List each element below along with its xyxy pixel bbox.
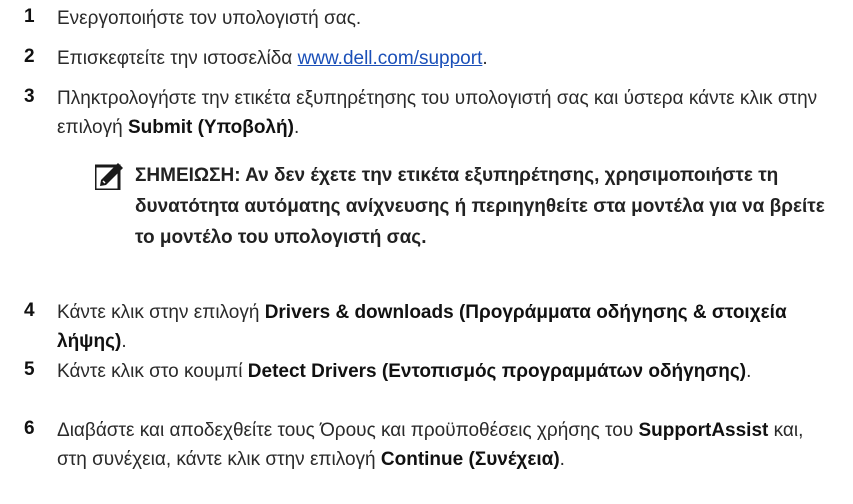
- step-text: Κάντε κλικ στην επιλογή Drivers & downlo…: [57, 298, 837, 356]
- ui-term-submit: Submit (Υποβολή): [127, 117, 294, 138]
- step-text: Διαβάστε και αποδεχθείτε τους Όρους και …: [57, 416, 837, 474]
- note-text: ΣΗΜΕΙΩΣΗ: Αν δεν έχετε την ετικέτα εξυπη…: [135, 165, 825, 248]
- step-number: 6: [24, 418, 35, 439]
- step-number: 2: [24, 46, 35, 67]
- step-text-tail: .: [121, 331, 127, 352]
- ui-term-supportassist: SupportAssist: [638, 420, 769, 441]
- step-text-content: Κάντε κλικ στην επιλογή: [57, 302, 265, 323]
- step-text: Ενεργοποιήστε τον υπολογιστή σας.: [57, 4, 837, 33]
- dell-support-link[interactable]: www.dell.com/support: [298, 48, 483, 69]
- step-text-content: Επισκεφτείτε την ιστοσελίδα: [57, 48, 298, 69]
- ui-term-detect-drivers: Detect Drivers (Εντοπισμός προγραμμάτων …: [247, 361, 747, 382]
- step-text-tail: .: [746, 361, 752, 382]
- step-text-content: Κάντε κλικ στο κουμπί: [57, 361, 248, 382]
- step-text-tail: .: [559, 449, 565, 470]
- ui-term-continue: Continue (Συνέχεια): [380, 449, 560, 470]
- step-number: 1: [24, 6, 35, 27]
- step-number: 5: [24, 359, 35, 380]
- step-text: Πληκτρολογήστε την ετικέτα εξυπηρέτησης …: [57, 84, 837, 142]
- step-text: Κάντε κλικ στο κουμπί Detect Drivers (Εν…: [57, 357, 837, 386]
- step-text: Επισκεφτείτε την ιστοσελίδα www.dell.com…: [57, 44, 837, 73]
- step-number: 3: [24, 86, 35, 107]
- pencil-note-icon: [95, 163, 123, 190]
- step-text-content: Ενεργοποιήστε τον υπολογιστή σας.: [57, 8, 362, 29]
- step-text-tail: .: [482, 48, 488, 69]
- step-text-content: Διαβάστε και αποδεχθείτε τους Όρους και …: [57, 420, 639, 441]
- step-number: 4: [24, 300, 35, 321]
- step-text-tail: .: [293, 117, 300, 138]
